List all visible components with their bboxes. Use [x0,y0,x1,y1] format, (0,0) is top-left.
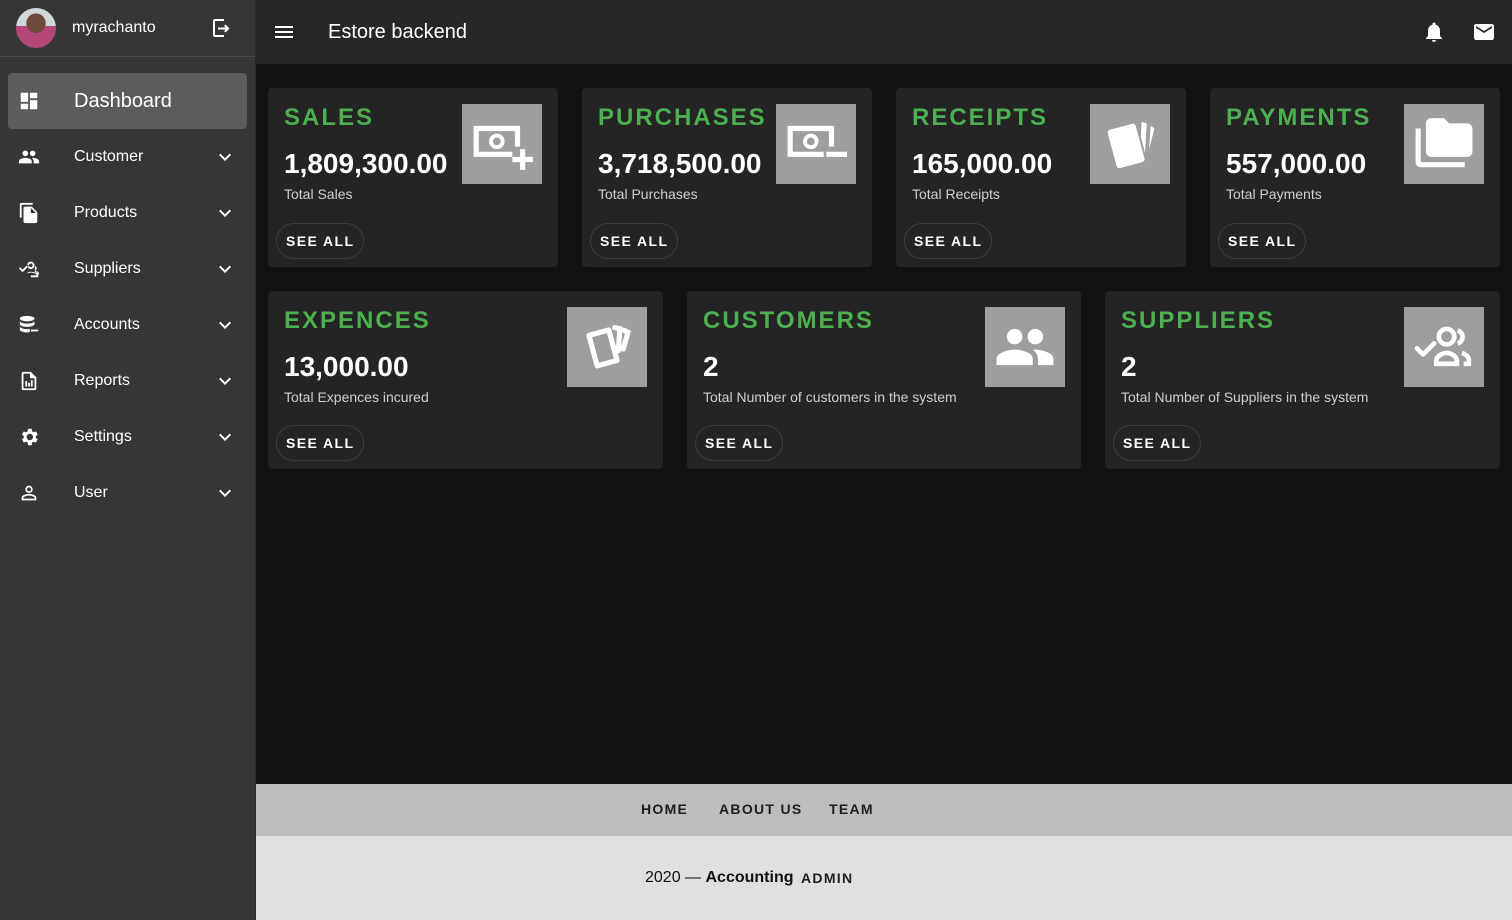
money-add-icon [462,104,542,184]
people-icon [985,307,1065,387]
chevron-down-icon[interactable] [213,369,237,393]
header-actions [1422,20,1496,44]
card-subtitle: Total Payments [1226,186,1322,202]
card-subtitle: Total Number of customers in the system [703,389,957,405]
sidebar-item-products[interactable]: Products [0,185,255,241]
report-icon [18,370,40,392]
money-remove-icon [776,104,856,184]
customers-card: CUSTOMERS 2 Total Number of customers in… [687,291,1081,469]
logout-icon[interactable] [209,16,233,40]
see-all-button[interactable]: SEE ALL [276,223,365,259]
sidebar-item-label: Settings [74,428,132,445]
sidebar-item-customer[interactable]: Customer [0,129,255,185]
expences-card: EXPENCES 13,000.00 Total Expences incure… [268,291,663,469]
sidebar-item-label: Reports [74,372,131,389]
footer-link-home[interactable]: HOME [641,801,688,817]
username: myrachanto [72,19,156,36]
folder-copy-icon [1404,104,1484,184]
card-subtitle: Total Sales [284,186,353,202]
page-title: Estore backend [328,20,467,43]
sidebar-item-label: User [74,484,108,501]
card-title: RECEIPTS [912,104,1049,131]
dashboard-icon [18,90,40,112]
sidebar-item-label: Products [74,204,138,221]
person-icon [18,482,40,504]
see-all-button[interactable]: SEE ALL [590,223,679,259]
profile-header: myrachanto [0,0,255,57]
card-subtitle: Total Receipts [912,186,1000,202]
footer-admin-label: ADMIN [801,870,854,886]
card-title: EXPENCES [284,307,431,334]
see-all-button[interactable]: SEE ALL [1218,223,1307,259]
menu-icon[interactable] [272,20,296,44]
cards-icon [567,307,647,387]
cards-icon [1090,104,1170,184]
card-value: 3,718,500.00 [598,148,762,179]
app-bar: Estore backend [256,0,1512,64]
sidebar-item-dashboard[interactable]: Dashboard [8,73,247,129]
card-title: CUSTOMERS [703,307,874,334]
avatar[interactable] [16,8,56,48]
sidebar-item-settings[interactable]: Settings [0,409,255,465]
card-subtitle: Total Number of Suppliers in the system [1121,389,1369,405]
card-title: PURCHASES [598,104,767,131]
file-copy-icon [18,202,40,224]
sidebar: myrachanto Dashboard Customer Products S… [0,0,256,920]
payments-card: PAYMENTS 557,000.00 Total Payments SEE A… [1210,88,1500,267]
copyright-brand: Accounting [705,869,794,886]
see-all-button[interactable]: SEE ALL [695,425,784,461]
card-value: 2 [703,351,719,382]
sidebar-item-label: Customer [74,148,144,165]
card-value: 2 [1121,351,1137,382]
receipts-card: RECEIPTS 165,000.00 Total Receipts SEE A… [896,88,1186,267]
suppliers-card: SUPPLIERS 2 Total Number of Suppliers in… [1105,291,1500,469]
sidebar-item-suppliers[interactable]: Suppliers [0,241,255,297]
bell-icon[interactable] [1422,20,1446,44]
chevron-down-icon[interactable] [213,481,237,505]
chevron-down-icon[interactable] [213,145,237,169]
how-to-reg-icon [1404,307,1484,387]
sidebar-nav: Dashboard Customer Products Suppliers Ac… [0,57,255,521]
card-title: SUPPLIERS [1121,307,1276,334]
card-subtitle: Total Expences incured [284,389,429,405]
card-value: 1,809,300.00 [284,148,448,179]
sidebar-item-label: Accounts [74,316,140,333]
chevron-down-icon[interactable] [213,313,237,337]
footer-copyright: 2020 — Accounting ADMIN [256,836,1512,920]
people-icon [18,146,40,168]
mail-icon[interactable] [1472,20,1496,44]
sidebar-item-reports[interactable]: Reports [0,353,255,409]
see-all-button[interactable]: SEE ALL [904,223,993,259]
chevron-down-icon[interactable] [213,201,237,225]
see-all-button[interactable]: SEE ALL [1113,425,1202,461]
sidebar-item-user[interactable]: User [0,465,255,521]
chevron-down-icon[interactable] [213,257,237,281]
sidebar-item-label: Suppliers [74,260,141,277]
card-title: SALES [284,104,375,131]
sidebar-item-label: Dashboard [74,89,172,112]
purchases-card: PURCHASES 3,718,500.00 Total Purchases S… [582,88,872,267]
sidebar-item-accounts[interactable]: Accounts [0,297,255,353]
card-value: 165,000.00 [912,148,1053,179]
card-subtitle: Total Purchases [598,186,698,202]
card-title: PAYMENTS [1226,104,1372,131]
see-all-button[interactable]: SEE ALL [276,425,365,461]
footer-link-about[interactable]: ABOUT US [719,801,803,817]
chevron-down-icon[interactable] [213,425,237,449]
how-to-reg-icon [18,258,40,280]
footer-link-team[interactable]: TEAM [829,801,874,817]
copyright-year: 2020 — [645,869,702,886]
sales-card: SALES 1,809,300.00 Total Sales SEE ALL [268,88,558,267]
database-icon [18,314,40,336]
footer-nav: HOME ABOUT US TEAM [256,784,1512,836]
card-value: 13,000.00 [284,351,409,382]
card-value: 557,000.00 [1226,148,1367,179]
copyright-text: 2020 — Accounting [645,869,794,887]
gear-icon [18,426,40,448]
